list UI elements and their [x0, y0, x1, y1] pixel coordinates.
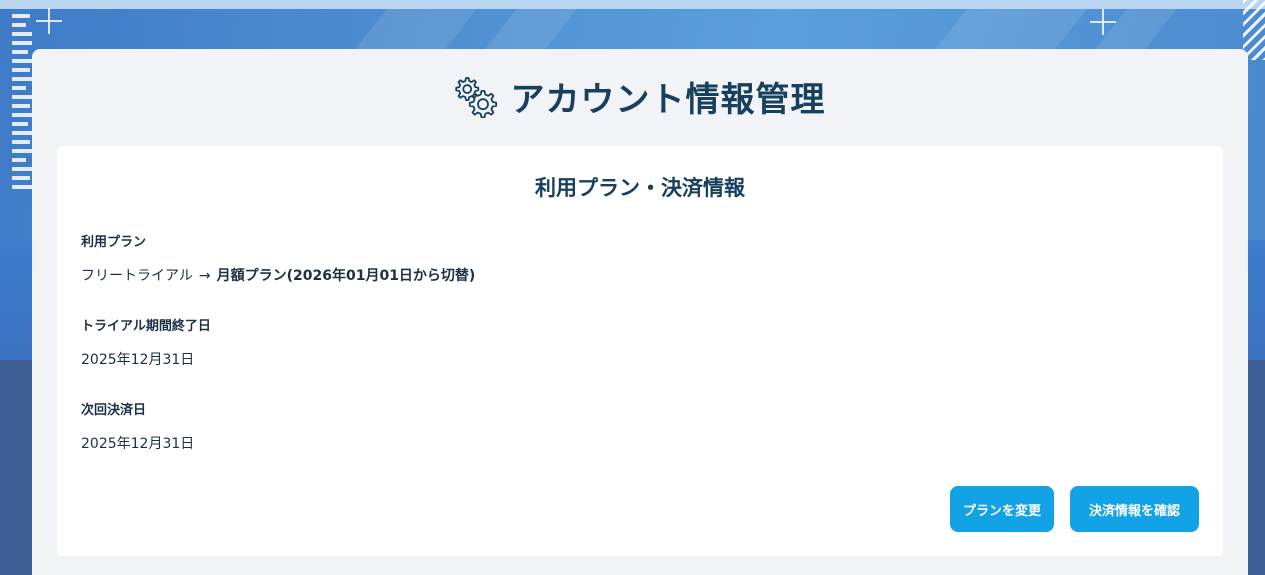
- gears-icon: [454, 77, 497, 118]
- plan-value: フリートライアル → 月額プラン(2026年01月01日から切替): [81, 266, 475, 286]
- page-title: アカウント情報管理: [510, 79, 826, 120]
- check-payment-info-button[interactable]: 決済情報を確認: [1070, 486, 1199, 532]
- page-header: アカウント情報管理: [32, 71, 1248, 121]
- decorative-bars: [12, 14, 34, 194]
- arrow-right-icon: →: [198, 268, 211, 284]
- plan-current: フリートライアル: [81, 268, 193, 284]
- plan-field: 利用プラン フリートライアル → 月額プラン(2026年01月01日から切替): [81, 234, 475, 286]
- card-title: 利用プラン・決済情報: [535, 176, 745, 200]
- account-panel: アカウント情報管理 利用プラン・決済情報 利用プラン フリートライアル → 月額プラ…: [32, 49, 1248, 575]
- change-plan-button[interactable]: プランを変更: [950, 486, 1054, 532]
- next-payment-value: 2025年12月31日: [81, 436, 195, 452]
- plan-payment-card: 利用プラン・決済情報 利用プラン フリートライアル → 月額プラン(2026年01月…: [57, 146, 1223, 556]
- trial-end-value: 2025年12月31日: [81, 352, 195, 368]
- trial-end-field: トライアル期間終了日 2025年12月31日: [81, 318, 211, 370]
- plan-next: 月額プラン(2026年01月01日から切替): [216, 268, 476, 284]
- decorative-hatch: [1243, 0, 1265, 60]
- background-top-line: [0, 0, 1265, 9]
- trial-end-label: トライアル期間終了日: [81, 319, 211, 334]
- plan-label: 利用プラン: [81, 235, 147, 250]
- decorative-plus: [36, 8, 62, 34]
- next-payment-field: 次回決済日 2025年12月31日: [81, 402, 194, 454]
- next-payment-label: 次回決済日: [81, 403, 147, 418]
- decorative-plus: [1090, 9, 1116, 35]
